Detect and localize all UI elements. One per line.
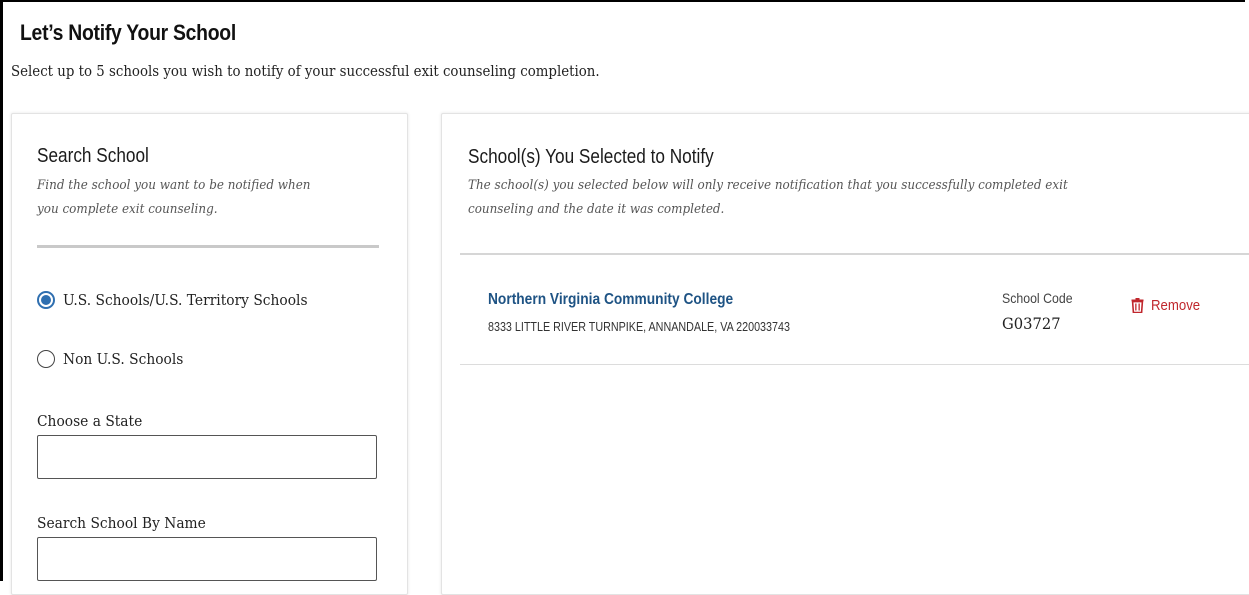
page-subtitle: Select up to 5 schools you wish to notif… <box>11 64 600 80</box>
selected-schools-panel: School(s) You Selected to Notify The sch… <box>441 113 1249 595</box>
radio-non-us-schools-label: Non U.S. Schools <box>63 350 184 368</box>
selected-list-top-divider <box>460 253 1249 255</box>
school-address: 8333 LITTLE RIVER TURNPIKE, ANNANDALE, V… <box>488 320 790 334</box>
search-school-panel: Search School Find the school you want t… <box>11 113 408 595</box>
school-code-label: School Code <box>1002 290 1073 306</box>
radio-non-us-schools-control[interactable] <box>37 350 55 368</box>
search-school-description: Find the school you want to be notified … <box>37 174 310 222</box>
radio-us-schools-label: U.S. Schools/U.S. Territory Schools <box>63 291 308 309</box>
remove-school-button[interactable]: Remove <box>1131 297 1207 314</box>
page-frame: Let’s Notify Your School Select up to 5 … <box>0 0 1249 595</box>
trash-icon <box>1131 298 1144 313</box>
page-title: Let’s Notify Your School <box>20 20 236 45</box>
selected-schools-description: The school(s) you selected below will on… <box>468 174 1068 222</box>
selected-schools-description-line1: The school(s) you selected below will on… <box>468 178 1068 193</box>
radio-us-schools[interactable]: U.S. Schools/U.S. Territory Schools <box>37 291 329 309</box>
school-code-value: G03727 <box>1002 314 1061 333</box>
search-school-description-line2: you complete exit counseling. <box>37 202 218 217</box>
selected-list-bottom-divider <box>460 364 1249 365</box>
search-school-heading: Search School <box>37 145 149 167</box>
selected-schools-description-line2: counseling and the date it was completed… <box>468 202 725 217</box>
radio-us-schools-control[interactable] <box>37 291 55 309</box>
choose-state-input[interactable] <box>37 435 377 479</box>
selected-schools-heading: School(s) You Selected to Notify <box>468 146 714 168</box>
search-by-name-label: Search School By Name <box>37 514 206 532</box>
school-name-link[interactable]: Northern Virginia Community College <box>488 291 733 309</box>
search-school-description-line1: Find the school you want to be notified … <box>37 178 311 193</box>
radio-non-us-schools[interactable]: Non U.S. Schools <box>37 350 194 368</box>
search-by-name-input[interactable] <box>37 537 377 581</box>
choose-state-label: Choose a State <box>37 412 143 430</box>
search-divider <box>37 245 379 248</box>
remove-label: Remove <box>1151 297 1201 314</box>
